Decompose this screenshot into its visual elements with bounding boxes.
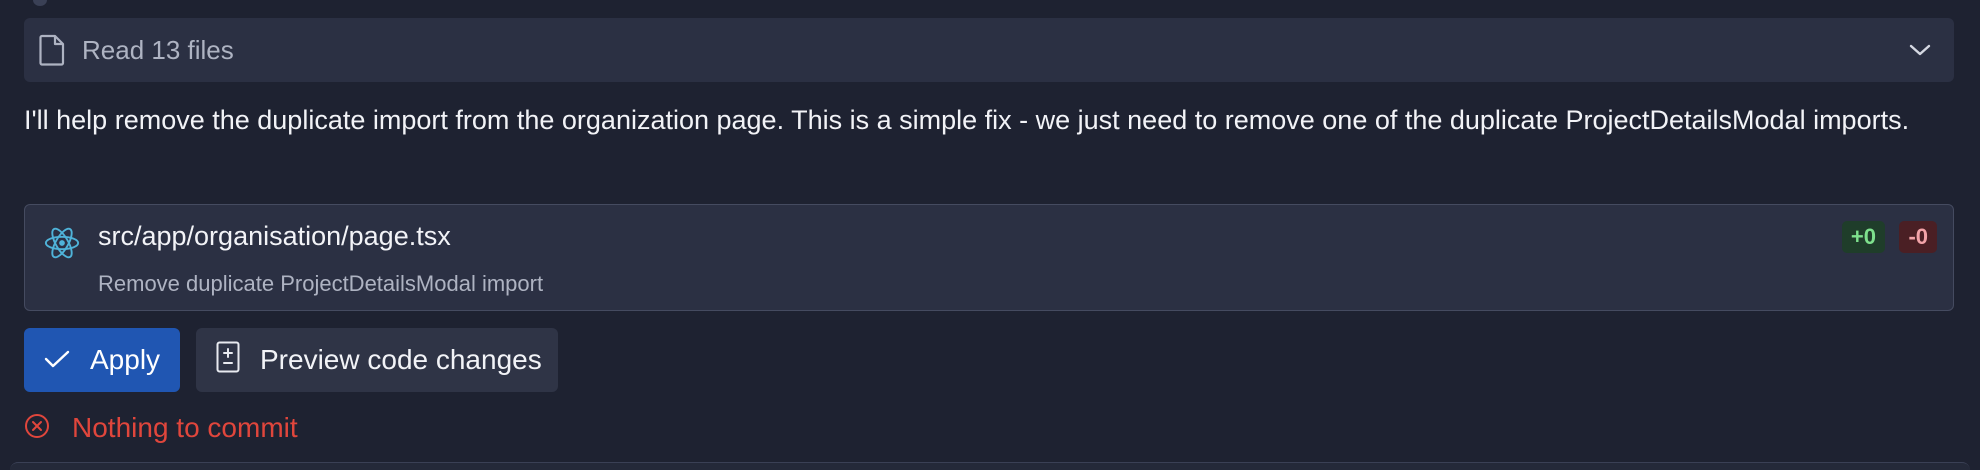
assistant-message-text: I'll help remove the duplicate import fr…	[24, 105, 1910, 135]
apply-button[interactable]: Apply	[24, 328, 180, 392]
file-change-card[interactable]: src/app/organisation/page.tsx Remove dup…	[24, 204, 1954, 311]
preview-code-changes-button[interactable]: Preview code changes	[196, 328, 558, 392]
checkmark-icon	[44, 344, 70, 376]
apply-label: Apply	[90, 344, 161, 375]
x-circle-icon	[24, 413, 50, 444]
file-icon	[36, 34, 68, 66]
commit-status-text: Nothing to commit	[72, 412, 298, 443]
additions-badge: +0	[1841, 221, 1885, 253]
next-panel-edge	[10, 462, 1970, 470]
diff-file-icon	[216, 341, 240, 380]
preview-label: Preview code changes	[260, 344, 542, 375]
file-path: src/app/organisation/page.tsx	[98, 221, 451, 251]
chat-message-panel: Read 13 files I'll help remove the dupli…	[0, 0, 1980, 470]
read-files-label: Read 13 files	[82, 34, 234, 65]
avatar-indicator	[33, 0, 47, 6]
commit-status: Nothing to commit	[24, 408, 298, 448]
deletions-badge: -0	[1899, 221, 1937, 253]
file-change-description: Remove duplicate ProjectDetailsModal imp…	[98, 271, 544, 296]
read-files-collapsible[interactable]: Read 13 files	[24, 18, 1954, 82]
react-icon	[43, 224, 81, 262]
chevron-down-icon[interactable]	[1902, 32, 1938, 68]
